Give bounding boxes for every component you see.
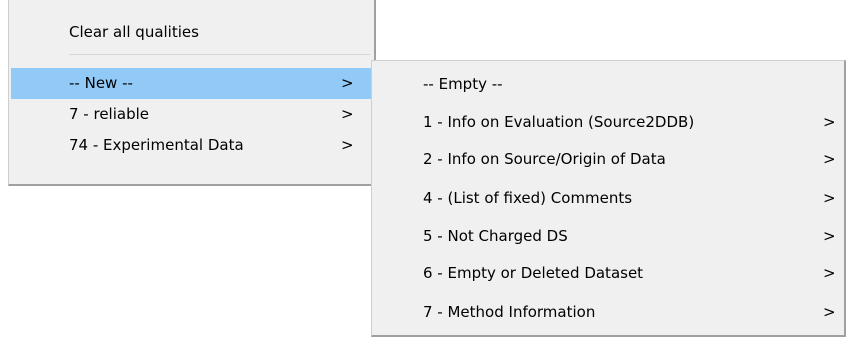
submenu-item-fixed-comments[interactable]: 4 - (List of fixed) Comments > [374, 183, 842, 214]
chevron-right-icon: > [823, 113, 836, 131]
menu-item-label: 7 - Method Information [423, 303, 596, 321]
menu-separator [69, 54, 370, 55]
context-menu: Clear all qualities -- New -- > 7 - reli… [8, 0, 376, 186]
menu-item-label: 2 - Info on Source/Origin of Data [423, 150, 666, 168]
menu-item-label: -- Empty -- [423, 75, 503, 93]
menu-item-label: 6 - Empty or Deleted Dataset [423, 264, 644, 282]
chevron-right-icon: > [823, 264, 836, 282]
menu-item-label: 7 - reliable [69, 105, 150, 123]
chevron-right-icon: > [823, 150, 836, 168]
submenu-item-empty[interactable]: -- Empty -- [374, 69, 842, 100]
submenu-item-info-on-evaluation[interactable]: 1 - Info on Evaluation (Source2DDB) > [374, 107, 842, 138]
menu-item-label: 5 - Not Charged DS [423, 227, 568, 245]
chevron-right-icon: > [341, 74, 354, 92]
menu-item-clear-all-qualities[interactable]: Clear all qualities [11, 17, 372, 48]
submenu-item-not-charged-ds[interactable]: 5 - Not Charged DS > [374, 221, 842, 252]
menu-item-new[interactable]: -- New -- > [11, 68, 372, 99]
submenu-item-method-information[interactable]: 7 - Method Information > [374, 297, 842, 328]
menu-item-label: Clear all qualities [69, 23, 199, 41]
chevron-right-icon: > [341, 136, 354, 154]
submenu-item-empty-or-deleted-dataset[interactable]: 6 - Empty or Deleted Dataset > [374, 258, 842, 289]
menu-item-label: -- New -- [69, 74, 133, 92]
chevron-right-icon: > [341, 105, 354, 123]
menu-item-label: 1 - Info on Evaluation (Source2DDB) [423, 113, 695, 131]
menu-item-label: 4 - (List of fixed) Comments [423, 189, 633, 207]
chevron-right-icon: > [823, 227, 836, 245]
chevron-right-icon: > [823, 303, 836, 321]
submenu-item-info-on-source[interactable]: 2 - Info on Source/Origin of Data > [374, 144, 842, 175]
menu-item-label: 74 - Experimental Data [69, 136, 244, 154]
menu-item-reliable[interactable]: 7 - reliable > [11, 99, 372, 130]
menu-item-experimental-data[interactable]: 74 - Experimental Data > [11, 130, 372, 161]
submenu-new: -- Empty -- 1 - Info on Evaluation (Sour… [371, 60, 846, 337]
chevron-right-icon: > [823, 189, 836, 207]
